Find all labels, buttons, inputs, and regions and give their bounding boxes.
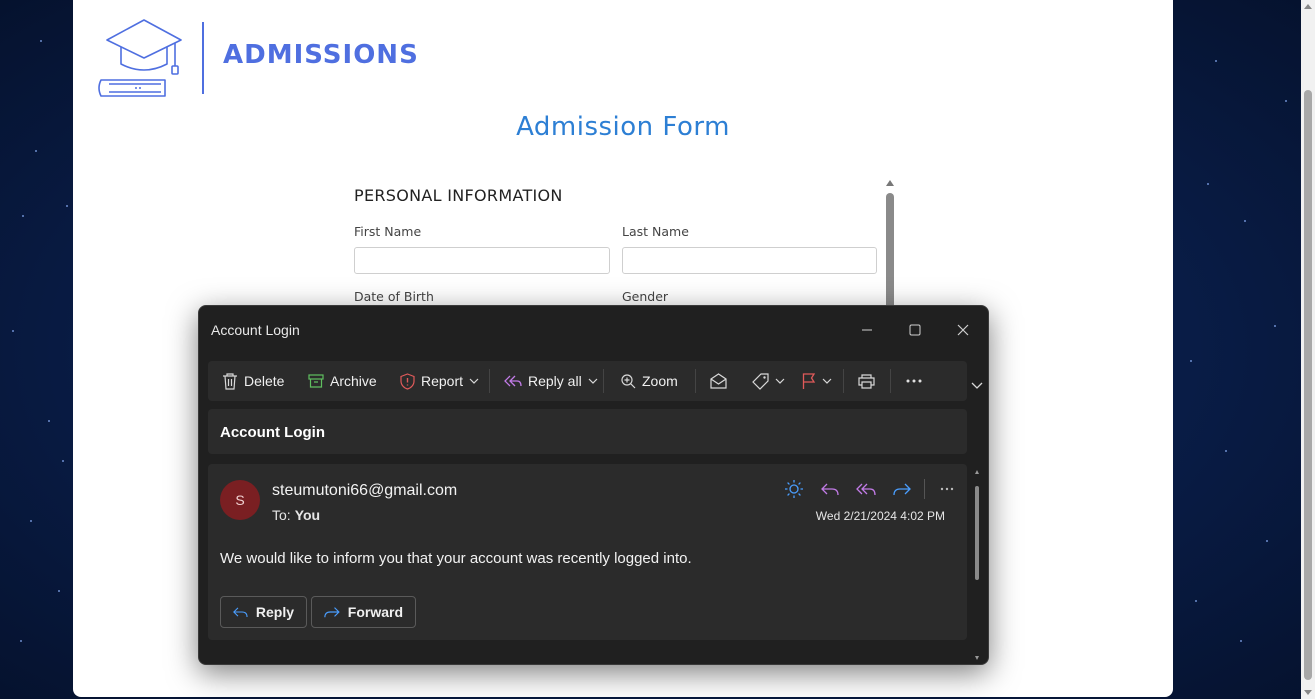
sender-address[interactable]: steumutoni66@gmail.com — [272, 482, 457, 500]
more-options-button[interactable] — [906, 361, 922, 401]
sun-button[interactable] — [776, 479, 812, 499]
delete-label: Delete — [244, 373, 285, 389]
mark-read-button[interactable] — [710, 361, 727, 401]
flag-icon — [802, 373, 816, 389]
subject-header: Account Login — [208, 409, 967, 454]
message-date: Wed 2/21/2024 4:02 PM — [815, 509, 945, 523]
delete-button[interactable]: Delete — [222, 361, 284, 401]
gender-label: Gender — [622, 289, 669, 304]
trash-icon — [223, 373, 237, 390]
message-card: S steumutoni66@gmail.com To: You Wed 2/21… — [208, 464, 967, 640]
maximize-button[interactable] — [905, 320, 925, 340]
subject-text: Account Login — [220, 424, 325, 441]
more-icon — [940, 487, 954, 491]
reply-label: Reply — [255, 604, 294, 620]
page-scrollbar[interactable] — [1301, 0, 1315, 699]
expand-toolbar-chevron-icon[interactable] — [971, 382, 983, 390]
chevron-down-icon — [588, 378, 598, 384]
form-scrollbar[interactable] — [886, 180, 894, 310]
scroll-down-arrow[interactable] — [1304, 690, 1312, 695]
dob-label: Date of Birth — [354, 289, 434, 304]
form-scroll-thumb[interactable] — [886, 193, 894, 310]
forward-icon — [893, 483, 911, 496]
section-title: PERSONAL INFORMATION — [354, 186, 563, 205]
form-title: Admission Form — [516, 112, 730, 142]
forward-icon — [324, 607, 340, 618]
reply-icon-button[interactable] — [812, 482, 848, 496]
forward-label: Forward — [347, 604, 403, 620]
minimize-icon — [862, 329, 872, 331]
last-name-label: Last Name — [622, 224, 689, 239]
message-actions — [776, 478, 965, 500]
message-scroll-up[interactable] — [975, 470, 979, 474]
mark-read-icon — [710, 373, 727, 389]
tag-icon — [752, 372, 769, 390]
message-scroll-thumb[interactable] — [975, 486, 979, 580]
reply-icon — [233, 607, 248, 617]
forward-icon-button[interactable] — [884, 482, 920, 496]
brand-title: ADMISSIONS — [223, 40, 419, 70]
close-button[interactable] — [953, 320, 973, 340]
first-name-label: First Name — [354, 224, 422, 239]
chevron-down-icon — [775, 378, 785, 384]
tag-button[interactable] — [752, 361, 785, 401]
to-label: To: — [272, 507, 291, 523]
zoom-label: Zoom — [642, 373, 678, 389]
archive-icon — [308, 374, 324, 388]
zoom-button[interactable]: Zoom — [621, 361, 678, 401]
close-icon — [957, 324, 969, 336]
maximize-icon — [909, 324, 921, 336]
last-name-input[interactable] — [622, 247, 877, 274]
chevron-down-icon — [469, 378, 479, 384]
sun-icon — [785, 480, 803, 498]
report-label: Report — [421, 373, 464, 389]
print-button[interactable] — [858, 361, 875, 401]
message-toolbar: Delete Archive Report Reply all Zoom — [208, 361, 967, 401]
reply-all-label: Reply all — [528, 373, 582, 389]
scroll-thumb[interactable] — [1304, 90, 1312, 680]
recipient-you[interactable]: You — [295, 507, 320, 523]
graduation-cap-logo — [98, 19, 204, 97]
print-icon — [858, 373, 875, 389]
mail-reading-window: Account Login Delete Archive Report Repl… — [198, 305, 989, 665]
more-icon — [906, 379, 922, 383]
window-title: Account Login — [211, 322, 300, 338]
avatar[interactable]: S — [220, 480, 260, 520]
reply-all-button[interactable]: Reply all — [504, 361, 598, 401]
flag-button[interactable] — [802, 361, 832, 401]
recipients-row: To: You — [272, 507, 320, 523]
message-scroll-down[interactable] — [975, 656, 979, 660]
reply-all-icon — [856, 483, 876, 496]
reply-icon — [821, 483, 839, 496]
window-titlebar[interactable]: Account Login — [199, 306, 988, 354]
report-button[interactable]: Report — [400, 361, 479, 401]
form-scroll-up[interactable] — [886, 180, 894, 186]
avatar-initial: S — [235, 492, 245, 508]
message-scrollbar[interactable] — [975, 470, 979, 660]
first-name-input[interactable] — [354, 247, 610, 274]
forward-button[interactable]: Forward — [311, 596, 416, 628]
zoom-icon — [621, 373, 636, 388]
message-body: We would like to inform you that your ac… — [220, 550, 692, 567]
minimize-button[interactable] — [857, 320, 877, 340]
chevron-down-icon — [822, 378, 832, 384]
archive-button[interactable]: Archive — [308, 361, 377, 401]
shield-warning-icon — [400, 372, 415, 390]
reply-button[interactable]: Reply — [220, 596, 307, 628]
archive-label: Archive — [330, 373, 377, 389]
reply-all-icon-button[interactable] — [848, 482, 884, 496]
message-more-button[interactable] — [929, 487, 965, 491]
scroll-up-arrow[interactable] — [1304, 4, 1312, 9]
reply-all-icon — [504, 375, 522, 387]
